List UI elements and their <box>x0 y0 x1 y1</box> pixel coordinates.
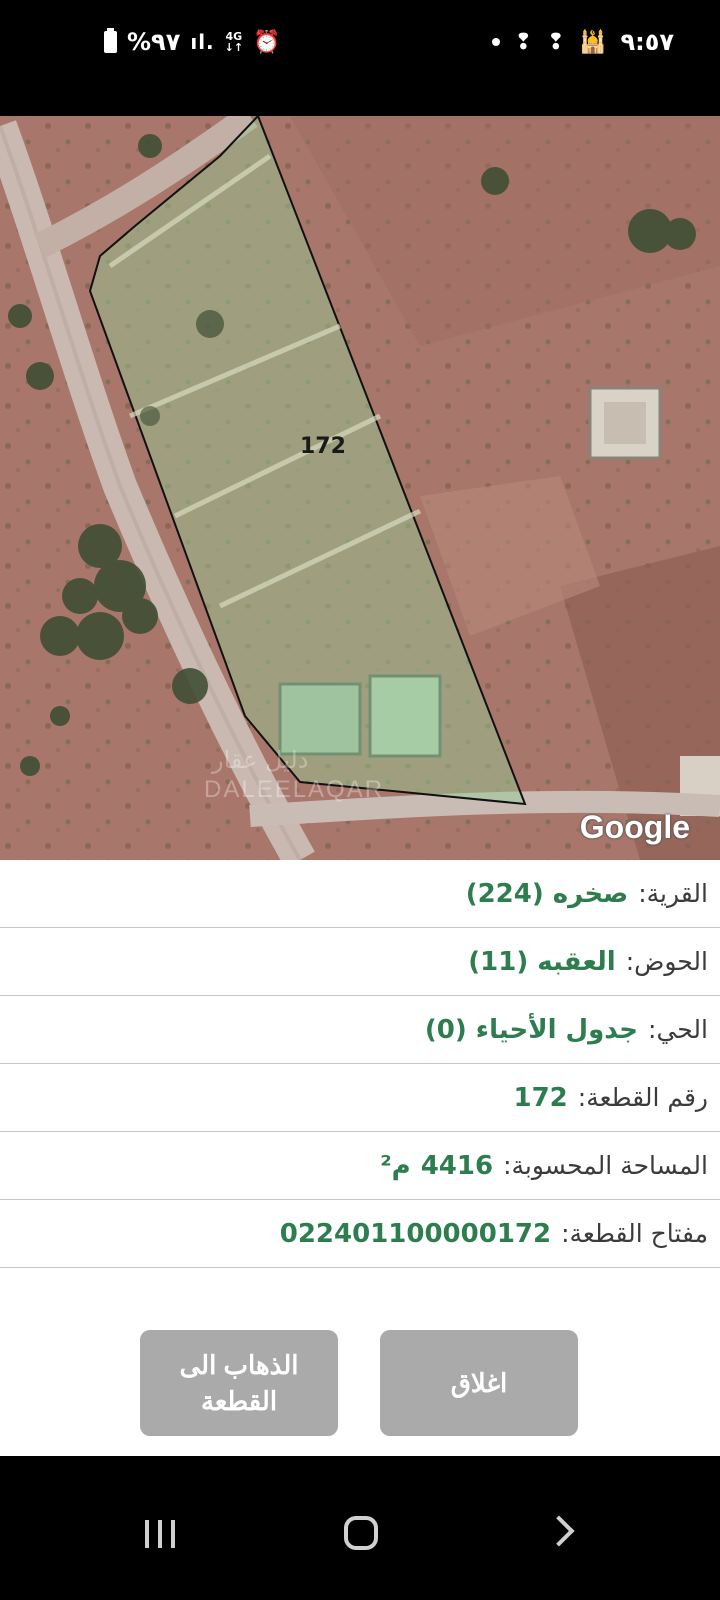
parcel-key-row: مفتاح القطعة: 022401100000172 <box>0 1200 720 1268</box>
status-bar: %٩٧ ıl. 4G ↓↑ ⏰ ❢ ❢ 🕌 ٩:٥٧ <box>0 0 720 116</box>
basin-row: الحوض: العقبه (11) <box>0 928 720 996</box>
satellite-map[interactable]: 172 دليل عقار DALEELAQAR Google <box>0 116 720 860</box>
village-row: القرية: صخره (224) <box>0 860 720 928</box>
area-unit: م² <box>380 1150 411 1181</box>
notification-icon: ❢ <box>514 29 533 55</box>
parcel-number-value: 172 <box>513 1082 568 1113</box>
district-row: الحي: جدول الأحياء (0) <box>0 996 720 1064</box>
area-value: 4416 <box>420 1150 494 1181</box>
signal-icon: ıl. <box>190 30 215 54</box>
status-left: %٩٧ ıl. 4G ↓↑ ⏰ <box>104 28 281 56</box>
mosque-icon: 🕌 <box>579 29 607 55</box>
parcel-key-value: 022401100000172 <box>279 1218 552 1249</box>
network-4g-icon: 4G ↓↑ <box>224 30 244 54</box>
parcel-key-label: مفتاح القطعة: <box>561 1219 708 1248</box>
village-label: القرية: <box>638 879 708 908</box>
parcel-number-label: 172 <box>300 434 346 459</box>
watermark-arabic: دليل عقار <box>212 746 309 774</box>
go-to-parcel-button[interactable]: الذهاب الى القطعة <box>140 1330 338 1436</box>
area-row: المساحة المحسوبة: 4416 م² <box>0 1132 720 1200</box>
map-canvas <box>0 116 720 860</box>
parcel-number-row: رقم القطعة: 172 <box>0 1064 720 1132</box>
village-value: صخره (224) <box>465 878 629 909</box>
basin-value: العقبه (11) <box>468 946 616 977</box>
watermark: DALEELAQAR <box>204 776 385 803</box>
system-nav-bar <box>0 1456 720 1600</box>
recent-apps-icon[interactable] <box>145 1520 175 1548</box>
parcel-number-label-text: رقم القطعة: <box>577 1083 708 1112</box>
alarm-icon: ⏰ <box>253 29 281 55</box>
battery-level: %٩٧ <box>127 28 181 56</box>
dot-icon <box>492 38 501 46</box>
notification-icon: ❢ <box>546 29 566 55</box>
clock: ٩:٥٧ <box>620 28 674 56</box>
basin-label: الحوض: <box>625 947 708 976</box>
status-right: ❢ ❢ 🕌 ٩:٥٧ <box>492 28 674 56</box>
district-label: الحي: <box>648 1015 708 1044</box>
google-attribution: Google <box>579 809 690 845</box>
district-value: جدول الأحياء (0) <box>424 1014 639 1045</box>
battery-icon <box>104 28 117 53</box>
home-icon[interactable] <box>344 1516 378 1550</box>
area-label: المساحة المحسوبة: <box>503 1151 708 1180</box>
parcel-info-panel: القرية: صخره (224) الحوض: العقبه (11) ال… <box>0 860 720 1456</box>
close-button[interactable]: اغلاق <box>380 1330 578 1436</box>
back-icon[interactable] <box>543 1515 575 1547</box>
